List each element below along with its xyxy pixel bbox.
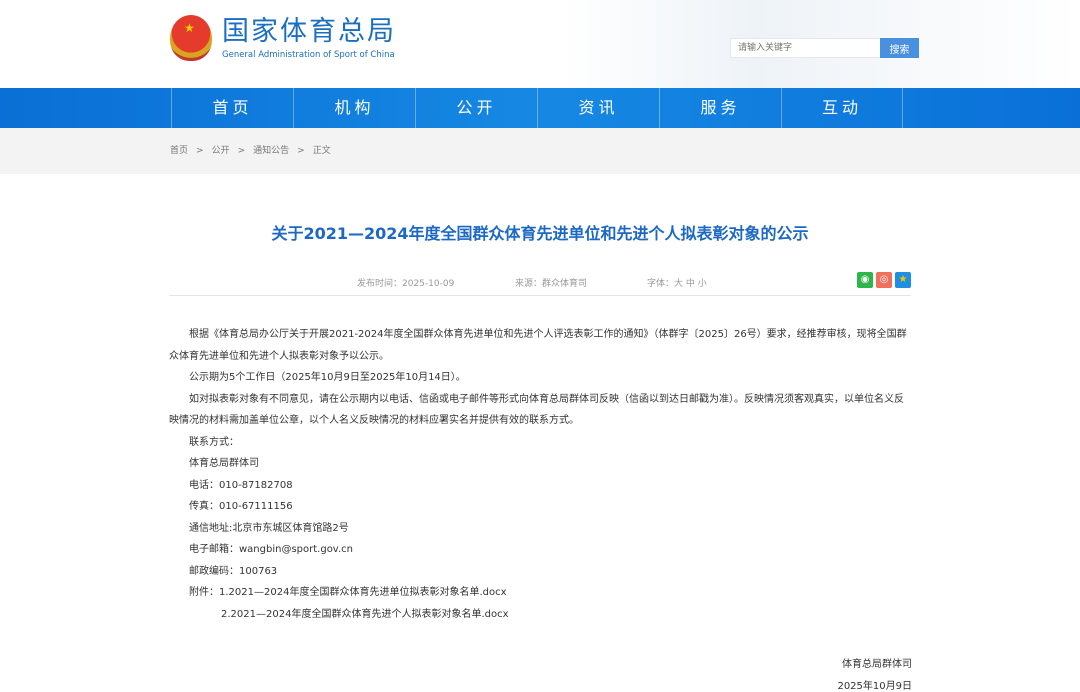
- weibo-icon[interactable]: ◎: [876, 272, 892, 288]
- search-bar: 搜索: [730, 38, 919, 58]
- nav-public[interactable]: 公开: [415, 88, 537, 128]
- breadcrumb: 首页 > 公开 > 通知公告 > 正文: [0, 128, 1080, 174]
- article-title: 关于2021—2024年度全国群众体育先进单位和先进个人拟表彰对象的公示: [271, 224, 809, 243]
- breadcrumb-separator: >: [237, 146, 246, 156]
- breadcrumb-current: 正文: [312, 146, 331, 156]
- nav-interaction[interactable]: 互动: [781, 88, 903, 128]
- nav-organization[interactable]: 机构: [293, 88, 415, 128]
- search-input[interactable]: [730, 38, 880, 58]
- wechat-icon[interactable]: ◉: [857, 272, 873, 288]
- nav-service[interactable]: 服务: [659, 88, 781, 128]
- font-size-label: 字体：: [647, 279, 675, 289]
- breadcrumb-separator: >: [196, 146, 204, 156]
- site-name-en: General Administration of Sport of China: [222, 50, 395, 60]
- breadcrumb-home[interactable]: 首页: [170, 146, 188, 156]
- main-nav: 首页 机构 公开 资讯 服务 互动: [0, 88, 1080, 128]
- font-large[interactable]: 大: [674, 279, 683, 289]
- contact-phone: 电话：010-87182708: [189, 479, 293, 491]
- search-button[interactable]: 搜索: [880, 38, 919, 58]
- contact-email: 电子邮箱：wangbin@sport.gov.cn: [189, 544, 353, 555]
- contact-dept: 体育总局群体司: [189, 458, 259, 469]
- contact-fax: 传真：010-67111156: [189, 501, 293, 512]
- favorite-star-icon[interactable]: ★: [895, 272, 911, 288]
- article-meta: 发布时间：2025-10-09 来源：群众体育司 字体：大 中 小 ◉ ◎ ★: [169, 272, 911, 296]
- paragraph: 根据《体育总局办公厅关于开展2021-2024年度全国群众体育先进单位和先进个人…: [169, 329, 907, 362]
- site-header: 国家体育总局 General Administration of Sport o…: [0, 0, 1080, 88]
- article-source: 来源：群众体育司: [515, 279, 588, 289]
- paragraph: 如对拟表彰对象有不同意见，请在公示期内以电话、信函或电子邮件等形式向体育总局群体…: [169, 393, 904, 427]
- contact-postcode: 邮政编码：100763: [189, 565, 278, 577]
- attachment-link[interactable]: 2.2021—2024年度全国群众体育先进个人拟表彰对象名单.docx: [169, 604, 911, 626]
- share-buttons: ◉ ◎ ★: [857, 272, 911, 288]
- signature: 体育总局群体司: [842, 659, 912, 670]
- article-body: 根据《体育总局办公厅关于开展2021-2024年度全国群众体育先进单位和先进个人…: [169, 324, 911, 625]
- publish-date: 发布时间：2025-10-09: [357, 279, 455, 289]
- paragraph: 公示期为5个工作日（2025年10月9日至2025年10月14日）。: [189, 372, 466, 383]
- breadcrumb-notices[interactable]: 通知公告: [253, 146, 289, 156]
- breadcrumb-separator: >: [297, 146, 305, 156]
- attachment-link[interactable]: 附件：1.2021—2024年度全国群众体育先进单位拟表彰对象名单.docx: [169, 582, 911, 604]
- nav-home[interactable]: 首页: [171, 88, 293, 128]
- contact-heading: 联系方式：: [189, 436, 239, 448]
- breadcrumb-public[interactable]: 公开: [212, 146, 230, 156]
- national-emblem-icon: [170, 15, 212, 61]
- contact-address: 通信地址:北京市东城区体育馆路2号: [189, 522, 349, 534]
- font-small[interactable]: 小: [698, 279, 707, 289]
- nav-news[interactable]: 资讯: [537, 88, 659, 128]
- font-medium[interactable]: 中: [686, 279, 695, 289]
- site-logo[interactable]: 国家体育总局 General Administration of Sport o…: [170, 15, 396, 61]
- site-name-cn: 国家体育总局: [222, 16, 396, 47]
